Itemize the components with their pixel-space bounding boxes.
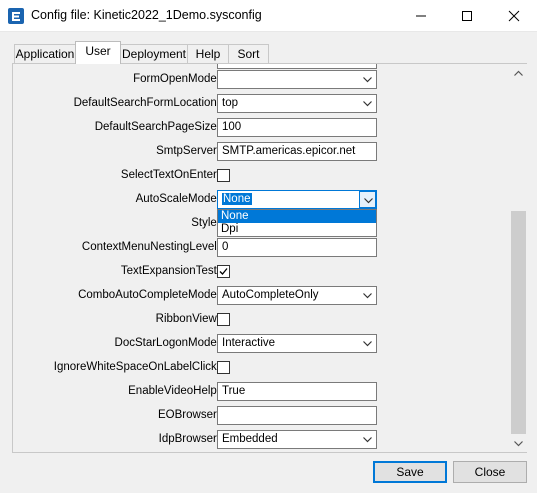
maximize-icon — [462, 11, 472, 21]
scrollbar-thumb[interactable] — [511, 211, 526, 434]
chevron-down-icon — [514, 441, 523, 447]
close-icon — [508, 10, 520, 22]
row-default-search-form-location: DefaultSearchFormLocation: top — [13, 94, 510, 116]
epicor-e-icon — [8, 8, 24, 24]
idp-browser-value: Embedded — [222, 433, 278, 445]
previous-field[interactable] — [217, 64, 377, 69]
select-text-on-enter-checkbox[interactable] — [217, 169, 230, 182]
chevron-down-icon[interactable] — [359, 95, 376, 112]
tab-deployment[interactable]: Deployment — [120, 44, 188, 63]
combo-auto-complete-mode-label: ComboAutoCompleteMode: — [78, 289, 220, 301]
form-open-mode-combo[interactable] — [217, 70, 377, 89]
chevron-down-icon[interactable] — [359, 431, 376, 448]
row-context-menu-nesting-level: ContextMenuNestingLevel: 0 — [13, 238, 510, 260]
close-button[interactable]: Close — [453, 461, 527, 483]
text-expansion-test-label: TextExpansionTest: — [120, 265, 220, 277]
eo-browser-input[interactable] — [217, 406, 377, 425]
tab-user[interactable]: User — [75, 41, 121, 64]
chevron-down-icon[interactable] — [359, 71, 376, 88]
dropdown-option-none[interactable]: None — [218, 210, 376, 223]
context-menu-nesting-level-label: ContextMenuNestingLevel: — [81, 241, 220, 253]
vertical-scrollbar[interactable] — [510, 64, 527, 452]
row-smtp-server: SmtpServer: SMTP.americas.epicor.net — [13, 142, 510, 164]
ignore-white-space-on-label-click-checkbox[interactable] — [217, 361, 230, 374]
doc-star-logon-mode-combo[interactable]: Interactive — [217, 334, 377, 353]
ribbon-view-label: RibbonView: — [155, 313, 220, 325]
scroll-down-button[interactable] — [510, 435, 527, 452]
idp-browser-label: IdpBrowser: — [158, 433, 220, 445]
minimize-button[interactable] — [398, 0, 444, 32]
chevron-down-icon[interactable] — [359, 191, 376, 208]
dropdown-option-dpi[interactable]: Dpi — [218, 223, 376, 236]
tab-sort[interactable]: Sort — [228, 44, 269, 63]
default-search-form-location-value: top — [222, 97, 238, 109]
row-text-expansion-test: TextExpansionTest: — [13, 262, 510, 284]
text-expansion-test-checkbox[interactable] — [217, 265, 230, 278]
default-search-page-size-label: DefaultSearchPageSize: — [94, 121, 220, 133]
default-search-page-size-input[interactable]: 100 — [217, 118, 377, 137]
form-open-mode-label: FormOpenMode: — [133, 73, 220, 85]
row-idp-browser: IdpBrowser: Embedded — [13, 430, 510, 452]
close-window-button[interactable] — [491, 0, 537, 32]
ribbon-view-checkbox[interactable] — [217, 313, 230, 326]
row-form-open-mode: FormOpenMode: — [13, 70, 510, 92]
chevron-down-icon[interactable] — [359, 335, 376, 352]
title-bar: Config file: Kinetic2022_1Demo.sysconfig — [0, 0, 537, 32]
row-ignore-white-space-on-label-click: IgnoreWhiteSpaceOnLabelClick: — [13, 358, 510, 380]
row-combo-auto-complete-mode: ComboAutoCompleteMode: AutoCompleteOnly — [13, 286, 510, 308]
combo-auto-complete-mode-value: AutoCompleteOnly — [222, 289, 319, 301]
enable-video-help-input[interactable]: True — [217, 382, 377, 401]
row-doc-star-logon-mode: DocStarLogonMode: Interactive — [13, 334, 510, 356]
row-default-search-page-size: DefaultSearchPageSize: 100 — [13, 118, 510, 140]
row-select-text-on-enter: SelectTextOnEnter: — [13, 166, 510, 188]
combo-auto-complete-mode-combo[interactable]: AutoCompleteOnly — [217, 286, 377, 305]
auto-scale-mode-dropdown: None Dpi — [217, 209, 377, 237]
maximize-button[interactable] — [444, 0, 490, 32]
user-settings-panel: FormOpenMode: DefaultSearchFormLocation:… — [12, 63, 527, 453]
smtp-server-input[interactable]: SMTP.americas.epicor.net — [217, 142, 377, 161]
scroll-up-button[interactable] — [510, 64, 527, 81]
default-search-form-location-combo[interactable]: top — [217, 94, 377, 113]
enable-video-help-label: EnableVideoHelp: — [128, 385, 220, 397]
checkmark-icon — [219, 268, 228, 275]
auto-scale-mode-value: None — [222, 193, 252, 205]
tab-application[interactable]: Application — [14, 44, 76, 63]
settings-scroll-area: FormOpenMode: DefaultSearchFormLocation:… — [13, 64, 510, 452]
doc-star-logon-mode-value: Interactive — [222, 337, 276, 349]
window-title: Config file: Kinetic2022_1Demo.sysconfig — [31, 8, 262, 22]
row-enable-video-help: EnableVideoHelp: True — [13, 382, 510, 404]
chevron-down-icon[interactable] — [359, 287, 376, 304]
ignore-white-space-on-label-click-label: IgnoreWhiteSpaceOnLabelClick: — [53, 361, 220, 373]
minimize-icon — [416, 15, 426, 17]
chevron-up-icon — [514, 70, 523, 76]
context-menu-nesting-level-input[interactable]: 0 — [217, 238, 377, 257]
eo-browser-label: EOBrowser: — [158, 409, 220, 421]
smtp-server-label: SmtpServer: — [156, 145, 220, 157]
style-label: Style: — [191, 217, 220, 229]
idp-browser-combo[interactable]: Embedded — [217, 430, 377, 449]
default-search-form-location-label: DefaultSearchFormLocation: — [73, 97, 220, 109]
tab-help[interactable]: Help — [187, 44, 229, 63]
auto-scale-mode-combo[interactable]: None — [217, 190, 377, 209]
save-button[interactable]: Save — [373, 461, 447, 483]
doc-star-logon-mode-label: DocStarLogonMode: — [114, 337, 220, 349]
row-eo-browser: EOBrowser: — [13, 406, 510, 428]
row-ribbon-view: RibbonView: — [13, 310, 510, 332]
auto-scale-mode-label: AutoScaleMode: — [135, 193, 220, 205]
select-text-on-enter-label: SelectTextOnEnter: — [120, 169, 220, 181]
